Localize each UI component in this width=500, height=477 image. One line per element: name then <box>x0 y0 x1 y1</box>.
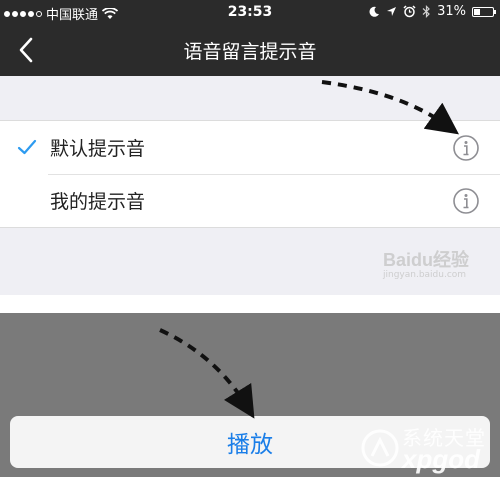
info-circle-icon[interactable] <box>452 187 480 215</box>
status-bar: 中国联通 23:53 31% <box>0 0 500 24</box>
list-item-label: 我的提示音 <box>50 191 146 213</box>
baidu-watermark-subtext: jingyan.baidu.com <box>383 270 467 280</box>
list-item-my-tone[interactable]: 我的提示音 <box>0 174 500 227</box>
location-arrow-icon <box>387 7 397 16</box>
xpgod-watermark-bottom: xpgod <box>402 444 480 474</box>
content-strip <box>0 295 500 313</box>
status-right: 31% <box>368 4 496 19</box>
list-item-label: 默认提示音 <box>50 138 146 160</box>
play-button-label: 播放 <box>227 432 273 458</box>
info-circle-icon[interactable] <box>452 134 480 162</box>
battery-fill <box>474 8 480 15</box>
navigation-bar: 语音留言提示音 <box>0 24 500 76</box>
battery-icon <box>472 6 496 17</box>
section-spacer <box>0 76 500 120</box>
xpgod-watermark: 系统天堂 xpgod <box>358 418 498 476</box>
battery-percentage: 31% <box>437 4 466 19</box>
alarm-clock-icon <box>403 5 416 18</box>
screen: 中国联通 23:53 31% 语音留言提示音 默认提示音 我的提示音 播放 Ba… <box>0 0 500 477</box>
bluetooth-icon <box>422 5 430 18</box>
baidu-watermark-text: Baidu经验 <box>383 250 470 270</box>
ringtone-list: 默认提示音 我的提示音 <box>0 120 500 228</box>
page-title: 语音留言提示音 <box>183 41 317 63</box>
moon-icon <box>369 6 380 17</box>
checkmark-icon <box>17 139 37 155</box>
list-item-default-tone[interactable]: 默认提示音 <box>0 121 500 174</box>
xpgod-logo <box>361 429 399 467</box>
baidu-watermark: Baidu经验 jingyan.baidu.com <box>383 240 479 286</box>
